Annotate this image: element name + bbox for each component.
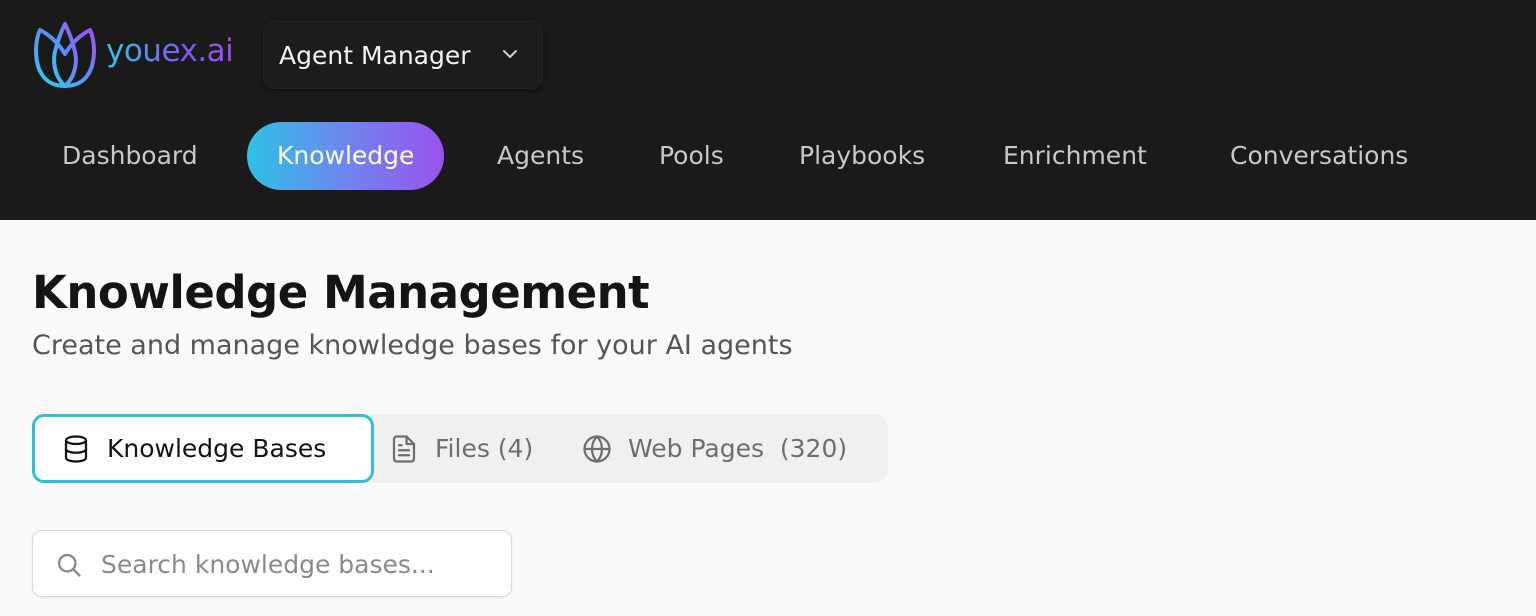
knowledge-tabs: Knowledge Bases Files (4) Web Pages (320… [32,414,888,483]
tulip-logo-icon [34,22,96,88]
file-icon [392,434,416,463]
globe-icon [583,434,611,463]
tab-label: Files (4) [435,434,534,463]
chevron-down-icon [503,50,517,58]
nav-item-conversations[interactable]: Conversations [1230,122,1408,190]
brand-name: youex.ai [106,33,234,69]
nav-item-knowledge[interactable]: Knowledge [247,122,445,190]
search-box [32,530,512,597]
top-navigation-bar: youex.ai Agent Manager Dashboard Knowled… [0,0,1536,220]
page-subtitle: Create and manage knowledge bases for yo… [32,330,793,361]
page-title: Knowledge Management [32,266,650,319]
search-input[interactable] [101,541,501,587]
tab-files[interactable]: Files (4) [389,414,533,483]
nav-item-playbooks[interactable]: Playbooks [799,122,925,190]
tab-web-pages[interactable]: Web Pages (320) [582,414,847,483]
brand-logo[interactable]: youex.ai [32,20,234,90]
nav-item-dashboard[interactable]: Dashboard [62,122,198,190]
database-icon [64,434,88,463]
search-icon [57,553,81,577]
app-switcher-dropdown[interactable]: Agent Manager [264,22,542,88]
nav-item-enrichment[interactable]: Enrichment [1003,122,1147,190]
tab-label: Knowledge Bases [107,434,327,463]
tab-label: Web Pages (320) [628,434,848,463]
app-switcher-label: Agent Manager [279,40,471,70]
tab-knowledge-bases[interactable]: Knowledge Bases [32,414,374,483]
nav-item-pools[interactable]: Pools [659,122,724,190]
nav-item-agents[interactable]: Agents [497,122,584,190]
